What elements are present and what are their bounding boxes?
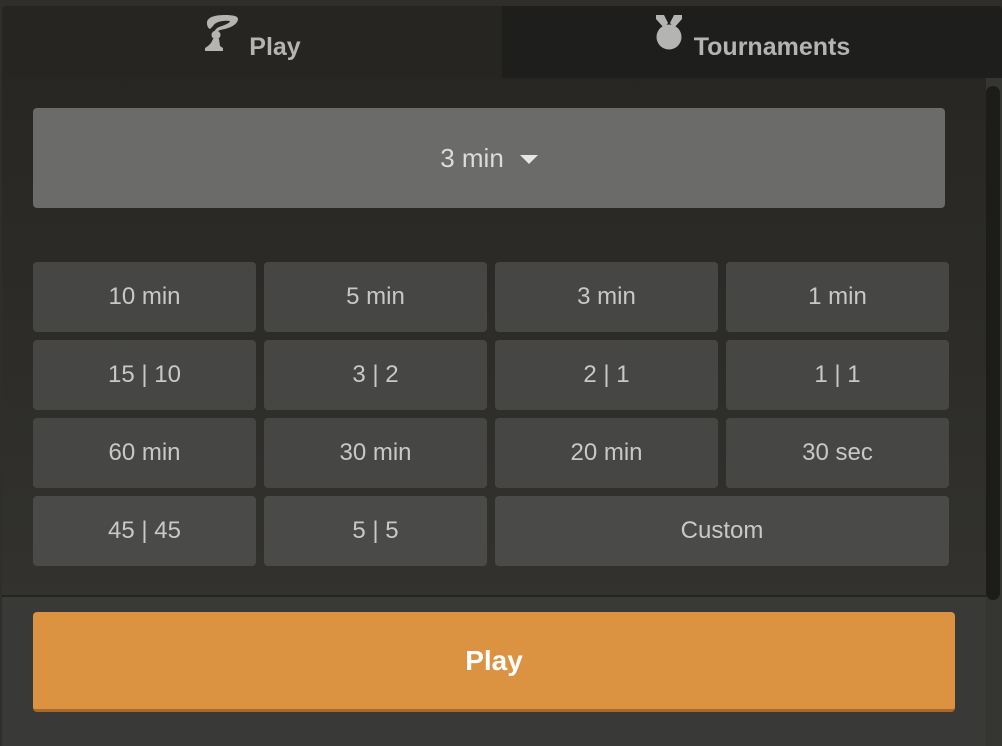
play-button[interactable]: Play [33,612,955,712]
custom-time-control-button[interactable]: Custom [495,496,949,566]
time-control-button[interactable]: 30 min [264,418,487,488]
tab-bar: Play Tournaments [2,6,1002,78]
play-panel: Play Tournaments 3 min 10 min 5 min 3 mi… [2,6,1002,746]
time-control-button[interactable]: 2 | 1 [495,340,718,410]
time-control-button[interactable]: 30 sec [726,418,949,488]
time-control-button[interactable]: 10 min [33,262,256,332]
time-control-button[interactable]: 15 | 10 [33,340,256,410]
time-control-button[interactable]: 3 min [495,262,718,332]
medal-icon [654,13,684,53]
time-control-button[interactable]: 45 | 45 [33,496,256,566]
time-control-button[interactable]: 20 min [495,418,718,488]
tab-play-label: Play [249,32,301,61]
tab-tournaments[interactable]: Tournaments [502,6,1002,78]
time-control-button[interactable]: 3 | 2 [264,340,487,410]
scrollbar-thumb[interactable] [986,86,1000,600]
tab-play[interactable]: Play [2,6,502,78]
time-control-dropdown[interactable]: 3 min [33,108,945,208]
pawn-hand-icon [203,13,239,53]
time-control-button[interactable]: 1 min [726,262,949,332]
tab-tournaments-label: Tournaments [693,32,851,61]
time-control-button[interactable]: 1 | 1 [726,340,949,410]
time-control-button[interactable]: 5 | 5 [264,496,487,566]
time-control-grid: 10 min 5 min 3 min 1 min 15 | 10 3 | 2 2… [33,262,951,566]
time-control-button[interactable]: 5 min [264,262,487,332]
selected-time-control: 3 min [440,142,504,173]
time-control-button[interactable]: 60 min [33,418,256,488]
caret-down-icon [519,154,538,164]
play-content: 3 min 10 min 5 min 3 min 1 min 15 | 10 3… [2,78,986,746]
